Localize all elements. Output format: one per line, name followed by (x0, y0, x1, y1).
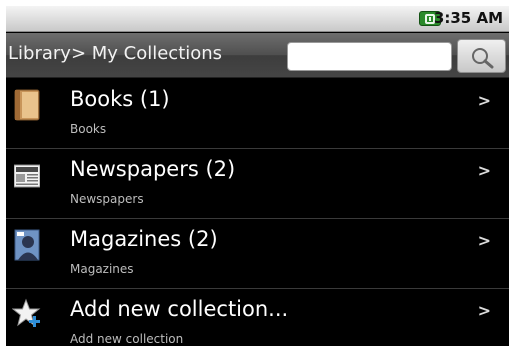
collections-list: Books (1) Books > Newspapers (2) Newspap… (6, 79, 509, 346)
magazine-icon (14, 229, 40, 261)
page-title: Library> My Collections (8, 43, 223, 64)
chevron-right-icon: > (477, 301, 491, 320)
list-item-add-collection[interactable]: Add new collection... Add new collection… (6, 289, 509, 346)
list-item-label: Add new collection... (70, 297, 289, 321)
chevron-right-icon: > (477, 161, 491, 180)
search-input[interactable] (287, 42, 452, 71)
device-screen: 3:35 AM Library> My Collections Books (1… (6, 6, 509, 346)
star-add-icon (12, 298, 41, 327)
list-item-magazines[interactable]: Magazines (2) Magazines > (6, 219, 509, 289)
list-item-newspapers[interactable]: Newspapers (2) Newspapers > (6, 149, 509, 219)
list-item-label: Books (1) (70, 87, 170, 111)
book-icon (14, 89, 40, 121)
status-bar: 3:35 AM (6, 6, 509, 32)
list-item-sublabel: Newspapers (70, 192, 144, 206)
list-item-sublabel: Add new collection (70, 332, 184, 346)
list-item-sublabel: Books (70, 122, 107, 136)
search-icon (472, 48, 494, 69)
list-item-label: Newspapers (2) (70, 157, 236, 181)
newspaper-icon (14, 164, 40, 188)
status-clock: 3:35 AM (433, 9, 503, 27)
list-item-label: Magazines (2) (70, 227, 218, 251)
list-item-sublabel: Magazines (70, 262, 134, 276)
chevron-right-icon: > (477, 231, 491, 250)
title-bar: Library> My Collections (6, 33, 509, 78)
list-item-books[interactable]: Books (1) Books > (6, 79, 509, 149)
chevron-right-icon: > (477, 91, 491, 110)
search-button[interactable] (457, 39, 506, 73)
